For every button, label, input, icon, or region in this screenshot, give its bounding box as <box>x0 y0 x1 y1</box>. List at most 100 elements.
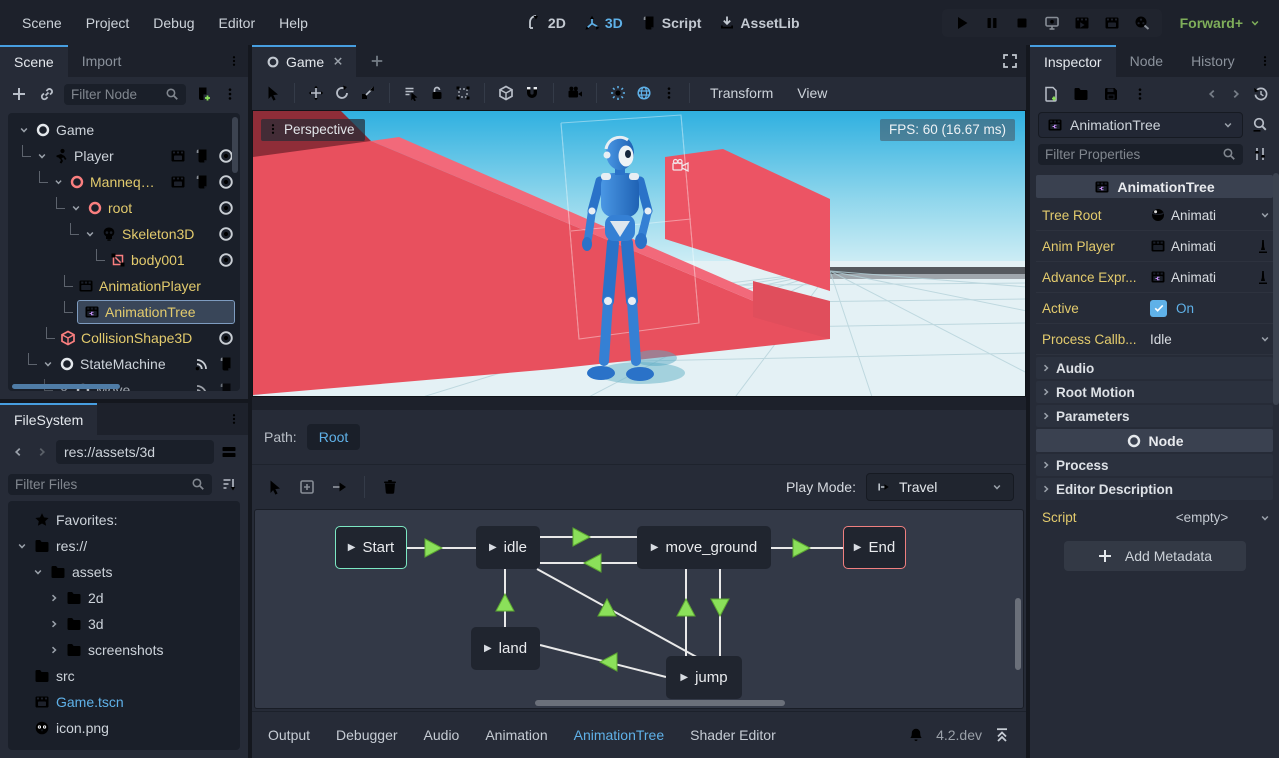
play-state-icon[interactable]: ▶ <box>489 542 497 553</box>
tab-game-scene[interactable]: Game <box>252 45 356 77</box>
history-back-icon[interactable] <box>1205 87 1219 101</box>
bottom-tab-output[interactable]: Output <box>268 727 310 743</box>
tree-row[interactable]: Mannequiny <box>8 169 240 195</box>
file-row[interactable]: src <box>8 663 240 689</box>
current-path[interactable]: res://assets/3d <box>56 440 214 464</box>
bottom-tab-animationtree[interactable]: AnimationTree <box>574 727 665 743</box>
bottom-tab-shader-editor[interactable]: Shader Editor <box>690 727 776 743</box>
group-editor-description[interactable]: Editor Description <box>1036 478 1273 500</box>
expand-icon[interactable] <box>48 592 60 604</box>
open-docs-button[interactable] <box>1249 114 1271 136</box>
collapse-icon[interactable] <box>18 124 30 136</box>
tree-row[interactable]: Player <box>8 143 240 169</box>
visibility-eye-icon[interactable] <box>218 200 234 216</box>
stop-button[interactable] <box>1014 15 1030 31</box>
new-resource-button[interactable] <box>1040 83 1062 105</box>
select-mode-button[interactable] <box>262 82 284 104</box>
view-menu[interactable]: View <box>787 81 837 105</box>
filter-node-input[interactable] <box>71 87 161 102</box>
load-resource-button[interactable] <box>1070 83 1092 105</box>
perspective-menu[interactable]: Perspective <box>261 119 365 141</box>
group-root-motion[interactable]: Root Motion <box>1036 381 1273 403</box>
property-tools-button[interactable] <box>1249 143 1271 165</box>
menu-help[interactable]: Help <box>269 9 318 37</box>
group-audio[interactable]: Audio <box>1036 357 1273 379</box>
menu-scene[interactable]: Scene <box>12 9 72 37</box>
snap-button[interactable] <box>521 82 543 104</box>
distraction-free-icon[interactable] <box>1002 53 1018 69</box>
process-callback-dropdown[interactable]: Idle <box>1150 332 1271 347</box>
scene-tree-vscrollbar[interactable] <box>232 117 238 173</box>
expand-icon[interactable] <box>48 644 60 656</box>
tree-row[interactable]: Skeleton3D <box>8 221 240 247</box>
expand-icon[interactable] <box>48 618 60 630</box>
dock-menu-icon[interactable] <box>228 55 240 67</box>
menu-project[interactable]: Project <box>76 9 140 37</box>
file-row[interactable]: 3d <box>8 611 240 637</box>
attach-script-button[interactable] <box>192 83 214 105</box>
pause-button[interactable] <box>984 15 1000 31</box>
3d-viewport[interactable]: Perspective FPS: 60 (16.67 ms) <box>252 110 1026 397</box>
object-history-icon[interactable] <box>1253 86 1269 102</box>
inspector-vscrollbar[interactable] <box>1273 173 1279 405</box>
script-dropdown[interactable]: <empty> <box>1150 510 1271 525</box>
bottom-tab-animation[interactable]: Animation <box>485 727 547 743</box>
group-process[interactable]: Process <box>1036 454 1273 476</box>
script-icon[interactable] <box>194 174 210 190</box>
tree-row[interactable]: AnimationPlayer <box>8 273 240 299</box>
bottom-tab-debugger[interactable]: Debugger <box>336 727 398 743</box>
play-custom-scene-button[interactable] <box>1104 15 1120 31</box>
filter-files-input[interactable] <box>15 477 187 492</box>
state-node-land[interactable]: ▶land <box>471 627 540 670</box>
menu-editor[interactable]: Editor <box>209 9 266 37</box>
collapse-icon[interactable] <box>84 228 96 240</box>
rotate-mode-button[interactable] <box>331 82 353 104</box>
tab-inspector[interactable]: Inspector <box>1030 45 1116 77</box>
advance-expression-value[interactable]: Animati <box>1150 269 1271 285</box>
movie-maker-button[interactable] <box>1134 15 1150 31</box>
script-icon[interactable] <box>218 356 234 372</box>
expand-bottom-panel-icon[interactable] <box>994 727 1010 743</box>
renderer-selector[interactable]: Forward+ <box>1180 15 1261 31</box>
lock-node-button[interactable] <box>426 82 448 104</box>
collapse-icon[interactable] <box>42 358 54 370</box>
statemachine-graph[interactable]: ▶Start ▶idle ▶move_ground ▶End ▶land ▶ju… <box>254 509 1024 709</box>
collapse-icon[interactable] <box>36 150 48 162</box>
anim-player-value[interactable]: Animati <box>1150 238 1271 254</box>
add-node-button[interactable] <box>8 83 30 105</box>
menu-debug[interactable]: Debug <box>143 9 204 37</box>
play-state-icon[interactable]: ▶ <box>651 542 659 553</box>
group-node-button[interactable] <box>452 82 474 104</box>
film-icon[interactable] <box>170 174 186 190</box>
scene-tree-hscrollbar[interactable] <box>12 384 120 389</box>
sm-select-tool-button[interactable] <box>264 476 286 498</box>
split-mode-button[interactable] <box>218 441 240 463</box>
film-icon[interactable] <box>170 148 186 164</box>
switch-script-button[interactable]: Script <box>641 15 702 31</box>
play-state-icon[interactable]: ▶ <box>680 672 688 683</box>
graph-vscrollbar[interactable] <box>1015 598 1021 670</box>
play-button[interactable] <box>954 15 970 31</box>
tab-scene[interactable]: Scene <box>0 45 68 77</box>
switch-2d-button[interactable]: 2D <box>527 15 566 31</box>
file-row[interactable]: Game.tscn <box>8 689 240 715</box>
file-row[interactable]: screenshots <box>8 637 240 663</box>
preview-camera-button[interactable] <box>564 82 586 104</box>
transform-menu[interactable]: Transform <box>700 81 783 105</box>
resource-menu-button[interactable] <box>1130 84 1150 104</box>
scale-mode-button[interactable] <box>357 82 379 104</box>
new-scene-tab-button[interactable] <box>356 45 398 77</box>
scene-tree-menu-button[interactable] <box>220 84 240 104</box>
state-node-move-ground[interactable]: ▶move_ground <box>637 526 771 569</box>
play-state-icon[interactable]: ▶ <box>484 643 492 654</box>
file-row[interactable]: Favorites: <box>8 507 240 533</box>
active-checkbox[interactable] <box>1150 300 1167 317</box>
state-node-end[interactable]: ▶End <box>843 526 906 569</box>
tab-node[interactable]: Node <box>1116 45 1177 77</box>
history-back-button[interactable] <box>8 442 28 462</box>
visibility-eye-icon[interactable] <box>218 330 234 346</box>
toggle-environment-button[interactable] <box>633 82 655 104</box>
graph-hscrollbar[interactable] <box>535 700 785 706</box>
tree-row-selected[interactable]: AnimationTree <box>8 299 240 325</box>
notification-bell-icon[interactable] <box>908 727 924 743</box>
